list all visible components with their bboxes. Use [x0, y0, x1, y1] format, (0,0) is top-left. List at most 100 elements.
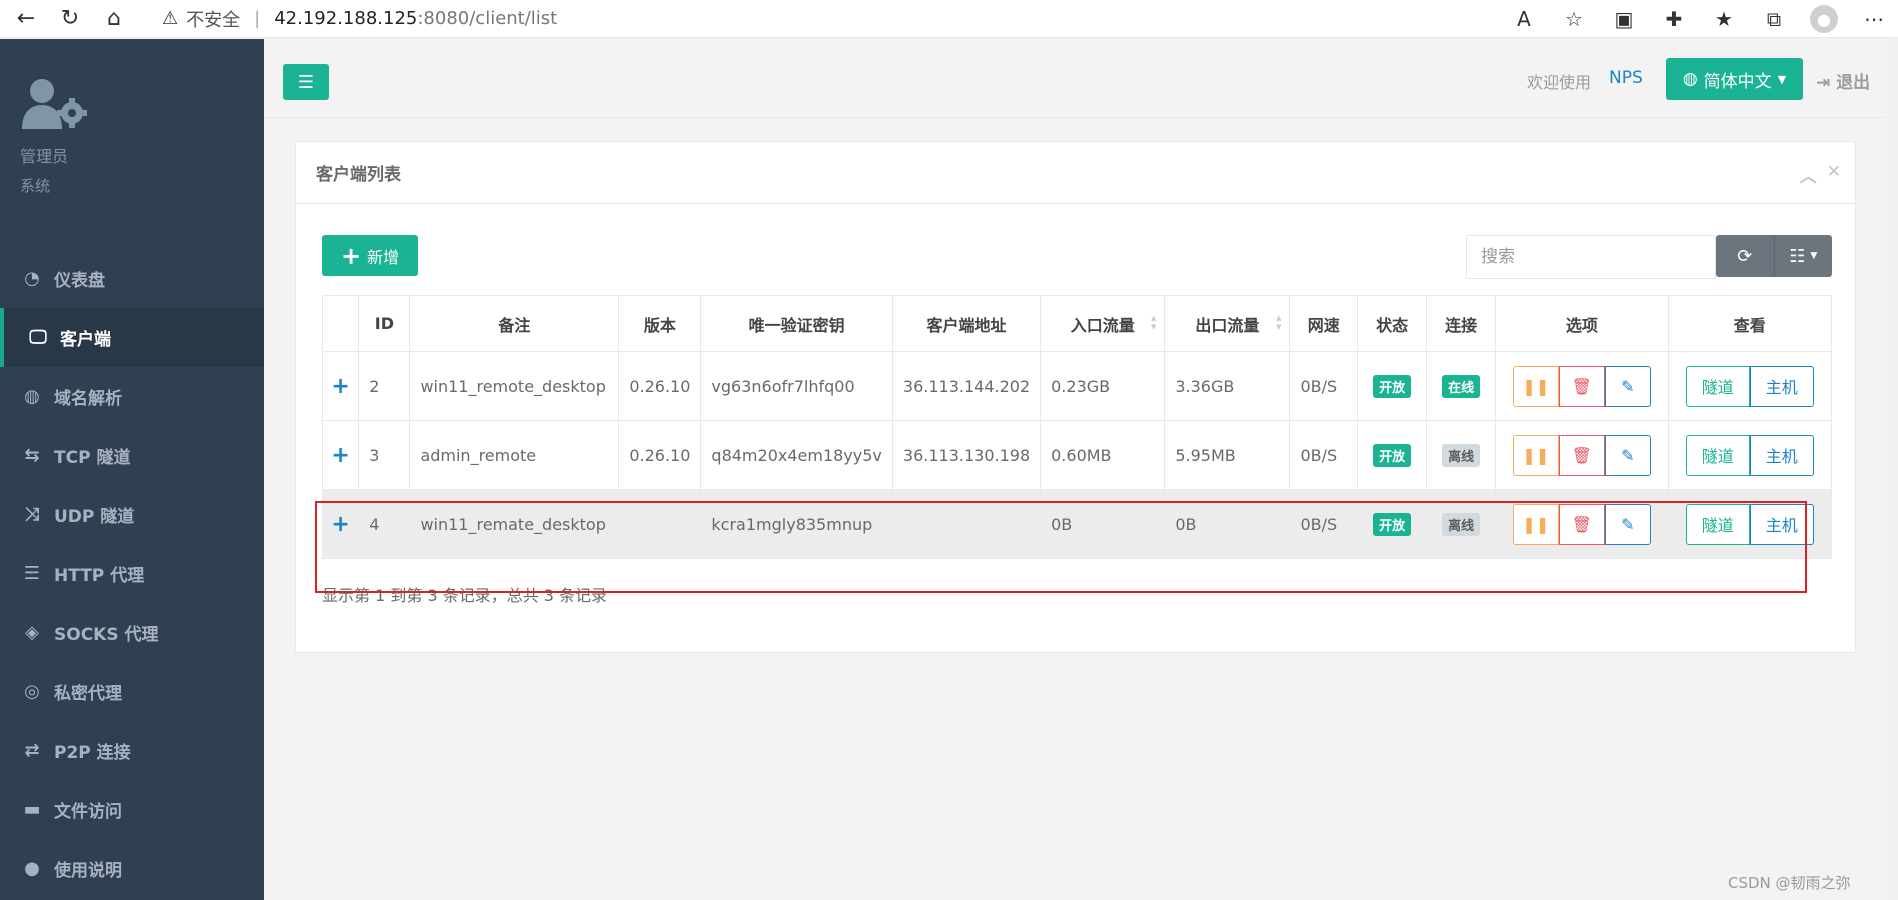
dashboard-icon: ◔ — [24, 268, 40, 289]
sidebar-item-label: HTTP 代理 — [54, 566, 145, 586]
view-tunnel-button[interactable]: 隧道 — [1685, 434, 1750, 476]
sidebar: 管理员 系统 ◔ 仪表盘 🖵 客户端 ◍ 域名解析 ⇆ TCP 隧道 ⤨ UDP 隧道 ☰… — [0, 39, 264, 900]
columns-button[interactable]: ☷ ▼ — [1773, 235, 1833, 277]
table-row: + 4 win11_remate_desktop kcra1mgly835mnu… — [321, 489, 1833, 559]
extensions-icon[interactable]: ✚ — [1660, 7, 1688, 31]
cell-view: 隧道 主机 — [1667, 420, 1833, 490]
pause-button[interactable]: ❚❚ — [1512, 434, 1559, 476]
sidebar-item-label: SOCKS 代理 — [54, 625, 159, 645]
cell-export-flow: 0B — [1164, 489, 1291, 559]
back-icon[interactable]: ← — [8, 4, 44, 34]
sidebar-item-dashboard[interactable]: ◔ 仪表盘 — [0, 249, 264, 308]
collections-icon[interactable]: ▣ — [1610, 7, 1638, 31]
options-group: ❚❚ 🗑 ✎ — [1512, 434, 1651, 476]
warning-icon: ⚠ — [162, 8, 179, 29]
caret-down-icon: ▼ — [1777, 72, 1787, 86]
delete-button[interactable]: 🗑 — [1558, 503, 1605, 545]
logout-link[interactable]: ⇥ 退出 — [1816, 68, 1870, 93]
language-dropdown[interactable]: ◍ 简体中文 ▼ — [1666, 58, 1803, 100]
col-id[interactable]: ID — [358, 295, 411, 352]
pause-button[interactable]: ❚❚ — [1512, 365, 1559, 407]
pause-button[interactable]: ❚❚ — [1512, 503, 1559, 545]
sidebar-item-socks[interactable]: ◈ SOCKS 代理 — [0, 603, 264, 662]
add-client-button[interactable]: + 新增 — [322, 235, 418, 276]
sidebar-item-p2p[interactable]: ⇄ P2P 连接 — [0, 721, 264, 780]
sidebar-item-file[interactable]: ▬ 文件访问 — [0, 780, 264, 839]
tabs-icon[interactable]: ⧉ — [1760, 7, 1788, 31]
language-label: 简体中文 — [1703, 71, 1772, 92]
favorites-icon[interactable]: ★ — [1710, 7, 1738, 31]
cell-options: ❚❚ 🗑 ✎ — [1495, 420, 1669, 490]
logout-label: 退出 — [1836, 73, 1871, 93]
cell-vkey: vg63n6ofr7lhfq00 — [700, 351, 893, 421]
client-list-panel: 客户端列表 ︿ ✕ + 新增 ⟳ ☷▼ ID 备注 版本 唯一验证密钥 客户端地… — [295, 141, 1856, 653]
edit-button[interactable]: ✎ — [1604, 503, 1651, 545]
cell-address: 36.113.144.202 — [891, 351, 1042, 421]
view-tunnel-button[interactable]: 隧道 — [1685, 503, 1750, 545]
search-input[interactable] — [1466, 235, 1716, 279]
more-icon[interactable]: ⋯ — [1860, 7, 1888, 31]
panel-tools: ︿ ✕ — [1800, 162, 1841, 187]
view-group: 隧道 主机 — [1685, 365, 1814, 407]
expand-button[interactable]: + — [321, 351, 360, 421]
sidebar-item-label: 仪表盘 — [54, 271, 105, 291]
view-tunnel-button[interactable]: 隧道 — [1685, 365, 1750, 407]
collapse-icon[interactable]: ︿ — [1800, 162, 1817, 187]
favorite-add-icon[interactable]: ☆ — [1560, 7, 1588, 31]
cell-inlet-flow: 0B — [1040, 489, 1166, 559]
url-host: 42.192.188.125 — [274, 8, 418, 29]
profile-icon[interactable]: ● — [1810, 5, 1838, 33]
brand-link[interactable]: NPS — [1609, 68, 1643, 88]
edit-icon: ✎ — [1621, 445, 1635, 465]
expand-button[interactable]: + — [321, 489, 360, 559]
view-host-button[interactable]: 主机 — [1749, 434, 1814, 476]
sidebar-item-label: TCP 隧道 — [54, 448, 131, 468]
sidebar-item-client[interactable]: 🖵 客户端 — [0, 308, 264, 367]
sidebar-item-label: P2P 连接 — [54, 743, 131, 763]
col-connection: 连接 — [1426, 295, 1497, 352]
caret-down-icon: ▼ — [1810, 251, 1818, 261]
home-icon[interactable]: ⌂ — [96, 4, 132, 34]
browser-actions: A ☆ ▣ ✚ ★ ⧉ ● ⋯ — [1510, 0, 1888, 38]
top-header: ☰ 欢迎使用 NPS ◍ 简体中文 ▼ ⇥ 退出 — [264, 39, 1898, 118]
view-host-button[interactable]: 主机 — [1749, 503, 1814, 545]
col-vkey: 唯一验证密钥 — [700, 295, 893, 352]
desktop-icon: 🖵 — [29, 327, 47, 348]
sidebar-item-help[interactable]: ● 使用说明 — [0, 839, 264, 898]
cell-view: 隧道 主机 — [1667, 351, 1833, 421]
edit-button[interactable]: ✎ — [1604, 434, 1651, 476]
profile: 管理员 系统 — [0, 39, 264, 249]
sidebar-item-http[interactable]: ☰ HTTP 代理 — [0, 544, 264, 603]
sidebar-item-label: UDP 隧道 — [54, 507, 135, 527]
sidebar-item-udp[interactable]: ⤨ UDP 隧道 — [0, 485, 264, 544]
refresh-button[interactable]: ⟳ — [1716, 235, 1774, 277]
refresh-icon[interactable]: ↻ — [52, 4, 88, 34]
read-aloud-icon[interactable]: A — [1510, 7, 1538, 31]
server-icon: ☰ — [23, 563, 41, 584]
table-row: + 2 win11_remote_desktop 0.26.10 vg63n6o… — [321, 351, 1833, 421]
col-export-flow[interactable]: 出口流量 — [1164, 295, 1291, 352]
cell-version — [618, 489, 702, 559]
delete-button[interactable]: 🗑 — [1558, 365, 1605, 407]
expand-button[interactable]: + — [321, 420, 360, 490]
menu-toggle-button[interactable]: ☰ — [283, 64, 329, 100]
col-status: 状态 — [1357, 295, 1428, 352]
scrollbar[interactable] — [1886, 39, 1898, 900]
delete-button[interactable]: 🗑 — [1558, 434, 1605, 476]
sidebar-item-domain[interactable]: ◍ 域名解析 — [0, 367, 264, 426]
address-bar[interactable]: ⚠ 不安全 | 42.192.188.125:8080/client/list — [162, 4, 557, 34]
sidebar-item-tcp[interactable]: ⇆ TCP 隧道 — [0, 426, 264, 485]
sidebar-item-secret[interactable]: ◎ 私密代理 — [0, 662, 264, 721]
globe-icon: ◍ — [1682, 69, 1698, 89]
pause-icon: ❚❚ — [1522, 514, 1550, 534]
sidebar-item-label: 私密代理 — [54, 684, 122, 704]
col-inlet-flow[interactable]: 入口流量 — [1040, 295, 1166, 352]
sidebar-item-label: 客户端 — [60, 330, 111, 350]
col-address: 客户端地址 — [891, 295, 1042, 352]
edit-button[interactable]: ✎ — [1604, 365, 1651, 407]
list-icon: ☷ — [1789, 245, 1806, 267]
view-host-button[interactable]: 主机 — [1749, 365, 1814, 407]
close-icon[interactable]: ✕ — [1827, 162, 1841, 187]
cell-view: 隧道 主机 — [1667, 489, 1833, 559]
pause-icon: ❚❚ — [1522, 376, 1550, 396]
